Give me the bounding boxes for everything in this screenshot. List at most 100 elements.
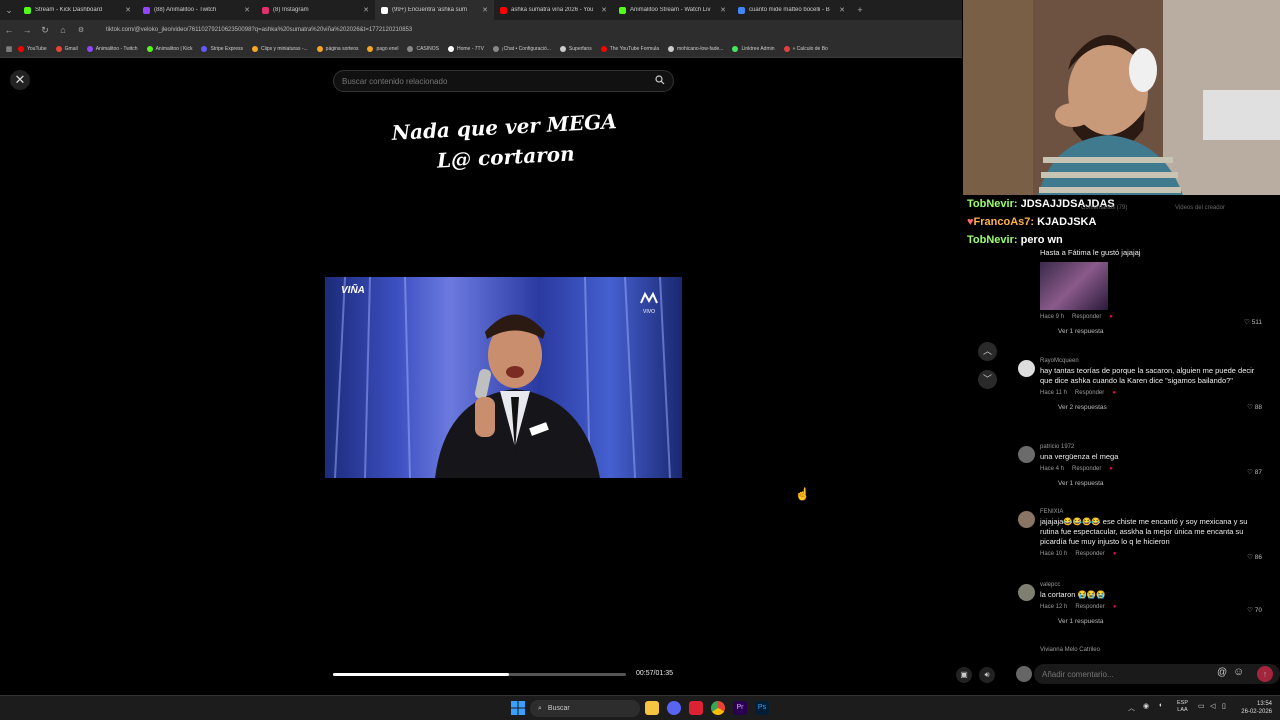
tray-app-icon[interactable]: ◉	[1143, 702, 1149, 710]
bookmark-item[interactable]: pago enel	[367, 45, 398, 52]
reply-button[interactable]: Responder	[1072, 466, 1101, 472]
video-progress-bar[interactable]	[333, 673, 626, 676]
back-icon[interactable]: ←	[0, 25, 18, 35]
windows-start-icon[interactable]	[511, 701, 525, 715]
browser-tab[interactable]: Animalitoo Stream - Watch Liv ✕	[613, 0, 732, 20]
related-search-input[interactable]	[342, 76, 655, 86]
tab-comments[interactable]: Comentarios (79)	[1081, 205, 1127, 211]
browser-tab[interactable]: (8) Instagram ✕	[256, 0, 375, 20]
volume-icon[interactable]: 🔊︎	[979, 667, 995, 683]
close-tab-icon[interactable]: ✕	[363, 6, 369, 14]
bookmark-item[interactable]: » Calculo de Bo	[783, 45, 828, 52]
close-tab-icon[interactable]: ✕	[244, 6, 250, 14]
previous-video-button[interactable]: ︿	[978, 342, 997, 361]
chrome-icon[interactable]	[711, 701, 725, 715]
reply-button[interactable]: Responder	[1072, 314, 1101, 320]
close-tab-icon[interactable]: ✕	[839, 6, 845, 14]
tray-chevron-icon[interactable]: ︿	[1128, 703, 1135, 713]
video-frame[interactable]: VIÑA VIVO	[325, 277, 682, 478]
send-icon[interactable]: ↑	[1257, 666, 1273, 682]
like-count[interactable]: ♡ 88	[1247, 403, 1262, 411]
view-replies[interactable]: Ver 1 respuesta	[1058, 328, 1280, 335]
reply-button[interactable]: Responder	[1075, 551, 1104, 557]
network-icon[interactable]: ▭	[1198, 702, 1205, 710]
bookmark-item[interactable]: Home - 7TV	[447, 45, 484, 52]
mega-logo-icon	[640, 291, 658, 304]
reply-button[interactable]: Responder	[1075, 390, 1104, 396]
battery-icon[interactable]: ▯	[1222, 702, 1226, 710]
view-replies[interactable]: Ver 1 respuesta	[1058, 618, 1280, 625]
file-explorer-icon[interactable]	[645, 701, 659, 715]
bookmark-item[interactable]: Animalitoo | Kick	[146, 45, 192, 52]
volume-tray-icon[interactable]: ◁	[1210, 702, 1215, 710]
browser-tab[interactable]: ashka sumatra viña 2026 - You ✕	[494, 0, 613, 20]
channel-logo: VIVO	[639, 291, 659, 315]
taskbar-search[interactable]: ⌕ Buscar	[530, 700, 640, 717]
miniplayer-icon[interactable]: ▣	[956, 667, 972, 683]
discord-icon[interactable]	[667, 701, 681, 715]
like-count[interactable]: ♡ 86	[1247, 553, 1262, 561]
forward-icon[interactable]: →	[18, 25, 36, 35]
home-icon[interactable]: ⌂	[54, 25, 72, 35]
bookmark-item[interactable]: Stripe Express	[201, 45, 243, 52]
close-tab-icon[interactable]: ✕	[720, 6, 726, 14]
site-settings-icon[interactable]: ⚙	[72, 26, 90, 34]
bookmark-item[interactable]: ¡Chat • Configuració...	[492, 45, 551, 52]
tab-menu-icon[interactable]: ⌄	[0, 5, 18, 16]
language-indicator[interactable]: ESP LAA	[1177, 700, 1188, 714]
apps-icon[interactable]: ▦	[0, 45, 18, 53]
comment-username[interactable]: RayoMcqueen	[1040, 358, 1280, 364]
close-tab-icon[interactable]: ✕	[125, 6, 131, 14]
bookmark-item[interactable]: Linktree Admin	[732, 45, 775, 52]
bookmark-item[interactable]: YouTube	[18, 45, 47, 52]
comment-username[interactable]: Vivianna Melo Catrileo	[1040, 647, 1280, 653]
bookmark-item[interactable]: Clips y miniaturas -...	[251, 45, 308, 52]
user-avatar[interactable]	[1016, 666, 1032, 682]
bookmark-item[interactable]: Superfans	[559, 45, 592, 52]
emoji-icon[interactable]: ☺	[1233, 666, 1244, 678]
like-count[interactable]: ♡ 511	[1244, 318, 1262, 326]
avatar[interactable]	[1018, 511, 1035, 528]
system-clock[interactable]: 13:54 26-02-2026	[1241, 700, 1272, 716]
new-tab-button[interactable]: +	[851, 5, 869, 15]
comment-username[interactable]: valepcc	[1040, 582, 1280, 588]
photoshop-icon[interactable]: Ps	[755, 701, 769, 715]
app-icon[interactable]	[689, 701, 703, 715]
avatar[interactable]	[1018, 360, 1035, 377]
like-count[interactable]: ♡ 70	[1247, 606, 1262, 614]
tray-app-icon[interactable]: ◐	[1159, 702, 1163, 709]
bookmark-item[interactable]: página sorteos	[316, 45, 358, 52]
bookmark-item[interactable]: mohicano-low-fade...	[668, 45, 723, 52]
view-replies[interactable]: Ver 1 respuesta	[1058, 480, 1280, 487]
avatar[interactable]	[1018, 584, 1035, 601]
tab-creator-videos[interactable]: Videos del creador	[1175, 205, 1225, 211]
browser-tab[interactable]: (88) Animalitoo - Twitch ✕	[137, 0, 256, 20]
tab-title: Animalitoo Stream - Watch Liv	[630, 7, 711, 13]
reload-icon[interactable]: ↻	[36, 25, 54, 36]
related-search-bar[interactable]	[333, 70, 674, 92]
comment-image[interactable]	[1040, 262, 1108, 310]
close-tab-icon[interactable]: ✕	[482, 6, 488, 14]
close-tab-icon[interactable]: ✕	[601, 6, 607, 14]
search-icon[interactable]	[655, 75, 665, 87]
comment-username[interactable]: FENIXIA	[1040, 509, 1280, 515]
browser-tab[interactable]: cuanto mide matteo bocelli - B ✕	[732, 0, 851, 20]
browser-tab[interactable]: Stream - Kick Dashboard ✕	[18, 0, 137, 20]
bookmark-item[interactable]: The YouTube Formula	[600, 45, 659, 52]
reply-button[interactable]: Responder	[1075, 604, 1104, 610]
bookmark-item[interactable]: Gmail	[55, 45, 78, 52]
close-viewer-button[interactable]: ✕	[10, 70, 30, 90]
bookmark-favicon-icon	[668, 45, 675, 52]
avatar[interactable]	[1018, 446, 1035, 463]
chat-message: TobNevir: pero wn	[963, 231, 1280, 249]
like-count[interactable]: ♡ 87	[1247, 468, 1262, 476]
next-video-button[interactable]: ﹀	[978, 370, 997, 389]
mention-icon[interactable]: @	[1217, 667, 1227, 678]
comment-username[interactable]: patricio 1972	[1040, 444, 1280, 450]
premiere-icon[interactable]: Pr	[733, 701, 747, 715]
browser-tab[interactable]: (99+) Encuentra 'ashka sum ✕	[375, 0, 494, 20]
bookmark-item[interactable]: CASINOS	[407, 45, 439, 52]
url-field[interactable]: tiktok.com/@veloko_jleo/video/7611027921…	[106, 27, 412, 33]
bookmark-item[interactable]: Animalitoo - Twitch	[86, 45, 138, 52]
comment-composer: @ ☺ ↑	[1012, 663, 1280, 685]
